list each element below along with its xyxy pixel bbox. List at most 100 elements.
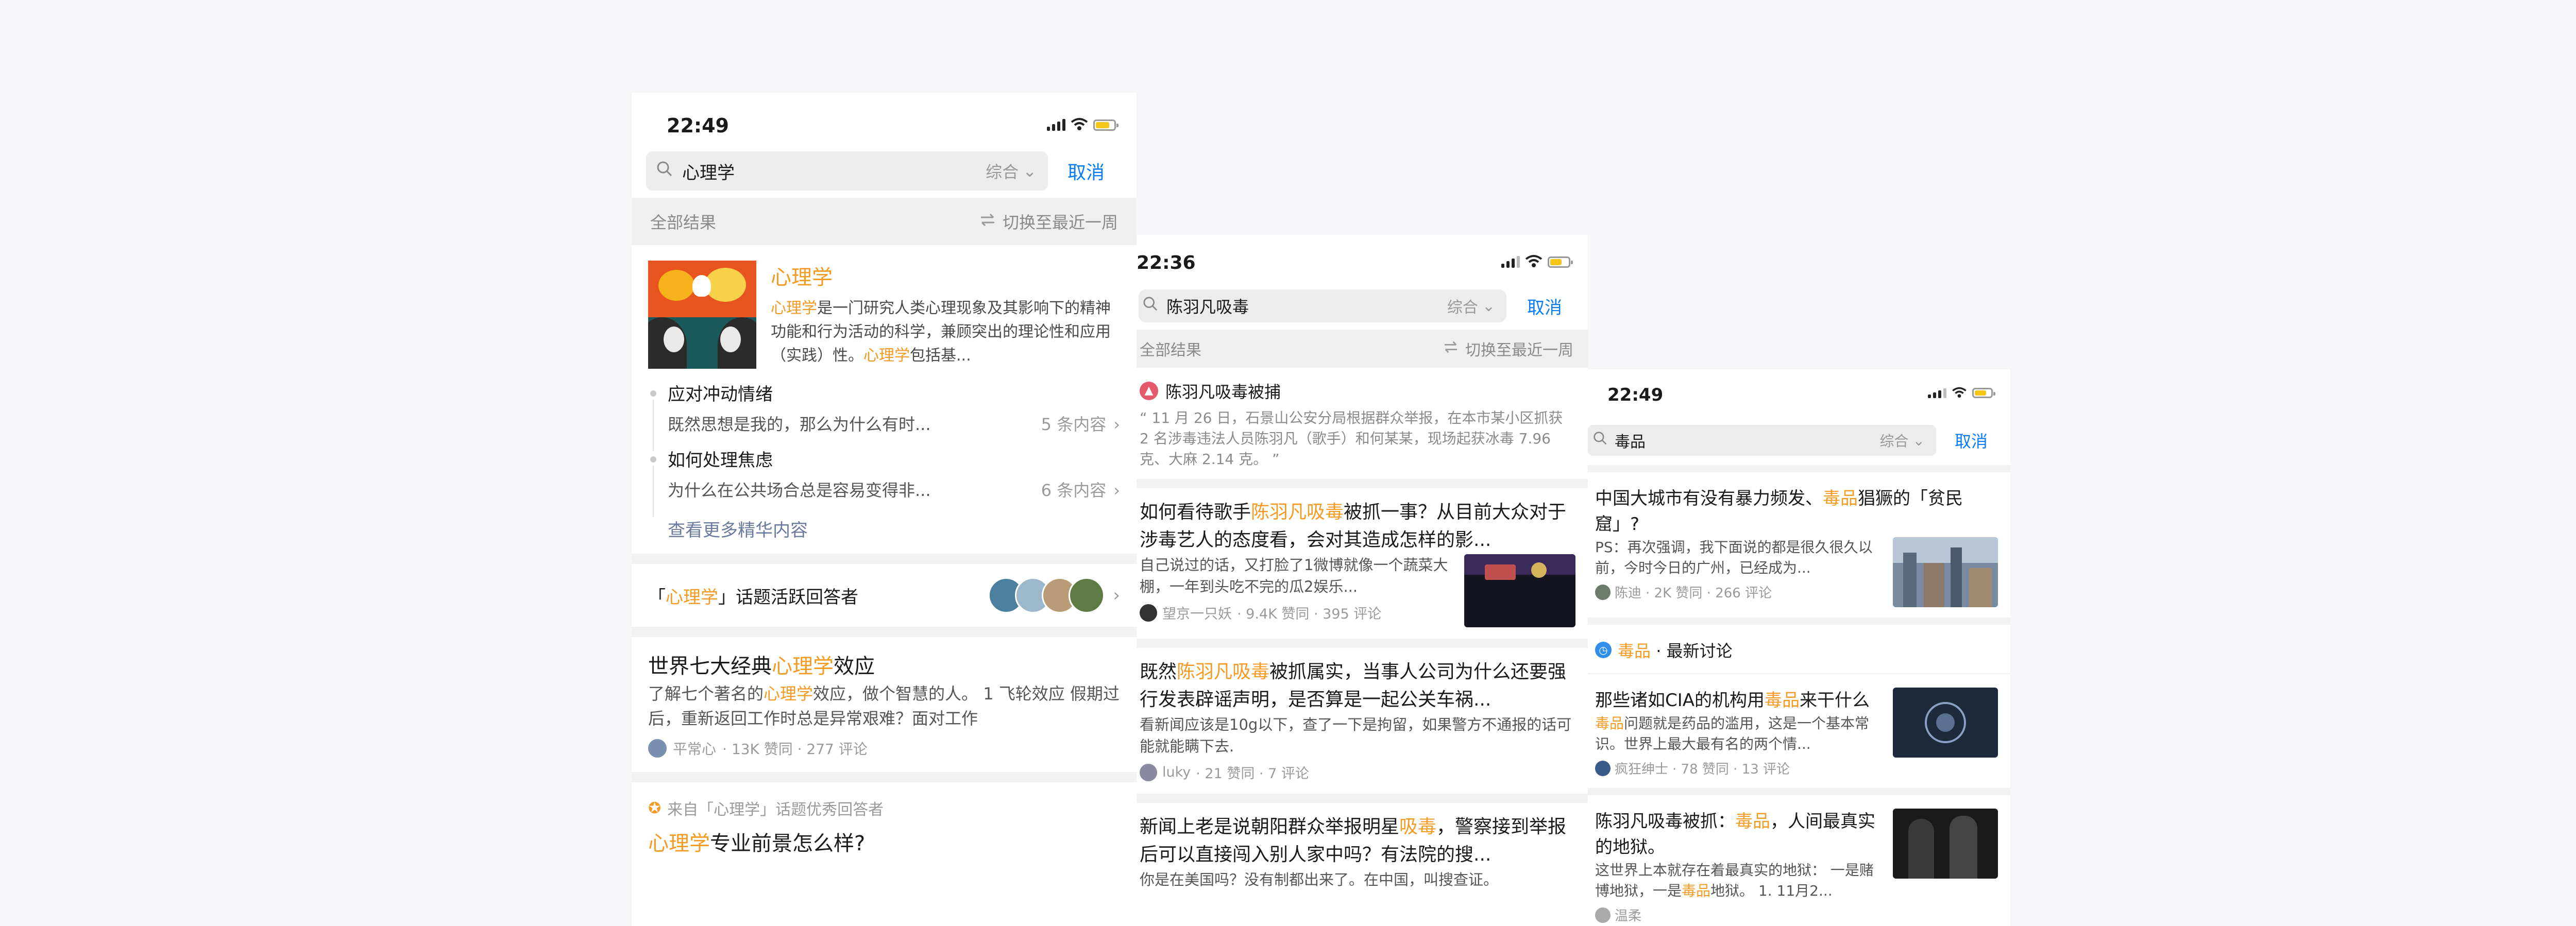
status-time: 22:36: [1137, 252, 1196, 273]
wifi-icon: [1952, 387, 1967, 398]
divider: [1137, 794, 1588, 803]
card-title: 中国大城市有没有暴力频发、毒品猖獗的「贫民窟」?: [1595, 488, 1963, 535]
status-time: 22:49: [1607, 385, 1664, 405]
avatar: [1069, 577, 1105, 613]
card-stats: · 78 赞同 · 13 评论: [1672, 762, 1790, 777]
switch-week-label: 切换至最近一周: [1465, 341, 1573, 359]
search-input[interactable]: 毒品 综合 ⌄: [1588, 425, 1936, 456]
active-answerers-label: 「心理学」话题活跃回答者: [648, 587, 858, 608]
card-excerpt: 了解七个著名的心理学效应，做个智慧的人。 1 飞轮效应 假期过后，重新返回工作时…: [648, 684, 1120, 728]
chevron-down-icon: ⌄: [1023, 161, 1037, 181]
cancel-button[interactable]: 取消: [1067, 158, 1105, 184]
topic-image: [648, 261, 756, 369]
answer-card[interactable]: ✪ 来自「心理学」话题优秀回答者 心理学专业前景怎么样?: [632, 782, 1137, 872]
status-time: 22:49: [667, 114, 729, 137]
switch-week-button[interactable]: 切换至最近一周: [1443, 337, 1573, 360]
news-badge-icon: ▲: [1140, 382, 1158, 400]
card-title: 如何看待歌手陈羽凡吸毒被抓一事？从目前大众对于涉毒艺人的态度看，会对其造成怎样的…: [1140, 502, 1567, 551]
results-label: 全部结果: [1140, 341, 1201, 359]
card-meta: 温柔: [1595, 905, 1886, 924]
city-thumbnail: [1893, 537, 1998, 607]
card-title: 既然陈羽凡吸毒被抓属实，当事人公司为什么还要强行发表辟谣声明，是否算是一起公关车…: [1140, 661, 1567, 710]
news-event-card[interactable]: ▲ 陈羽凡吸毒被捕 “ 11 月 26 日，石景山公安分局根据群众举报，在本市某…: [1137, 368, 1588, 479]
results-header: 全部结果 切换至最近一周: [1137, 330, 1588, 368]
subtopic-snippet: 为什么在公共场合总是容易变得非...: [668, 481, 931, 500]
chevron-down-icon: ⌄: [1912, 432, 1925, 449]
status-icons: [1047, 117, 1118, 131]
search-input[interactable]: 陈羽凡吸毒 综合 ⌄: [1139, 289, 1506, 322]
chevron-right-icon: ›: [1113, 415, 1120, 434]
author-name[interactable]: 望京一只妖: [1162, 603, 1232, 623]
subtopic-count: 5 条内容: [1041, 415, 1107, 434]
card-title: 陈羽凡吸毒被抓：毒品，人间最真实的地狱。: [1595, 811, 1875, 858]
card-meta: 望京一只妖 · 9.4K 赞同 · 395 评论: [1140, 603, 1457, 623]
search-input[interactable]: 心理学 综合 ⌄: [646, 151, 1048, 191]
filter-label: 综合: [1447, 299, 1478, 317]
card-meta: 疯狂绅士 · 78 赞同 · 13 评论: [1595, 759, 1886, 778]
subtopic-item[interactable]: 应对冲动情绪 既然思想是我的，那么为什么有时... 5 条内容 ›: [648, 380, 1120, 451]
author-name[interactable]: 陈迪: [1615, 582, 1641, 602]
author-name[interactable]: 疯狂绅士: [1615, 759, 1668, 778]
card-stats: · 9.4K 赞同 · 395 评论: [1237, 606, 1382, 622]
status-icons: [1501, 254, 1573, 268]
chevron-right-icon: ›: [1113, 481, 1120, 500]
search-filter-dropdown[interactable]: 综合 ⌄: [1880, 430, 1925, 451]
card-meta: luky · 21 赞同 · 7 评论: [1140, 762, 1575, 782]
question-card[interactable]: 陈羽凡吸毒被抓：毒品，人间最真实的地狱。 这世界上本就存在着最真实的地狱： 一是…: [1588, 795, 2010, 926]
card-meta: 陈迪 · 2K 赞同 · 266 评论: [1595, 582, 1886, 602]
search-row: 心理学 综合 ⌄ 取消: [632, 144, 1137, 198]
divider: [632, 772, 1137, 782]
divider: [632, 554, 1137, 564]
news-quote: “ 11 月 26 日，石景山公安分局根据群众举报，在本市某小区抓获 2 名涉毒…: [1140, 409, 1563, 468]
divider: [1588, 788, 2010, 795]
answer-card[interactable]: 世界七大经典心理学效应 了解七个著名的心理学效应，做个智慧的人。 1 飞轮效应 …: [632, 637, 1137, 772]
star-badge-icon: ✪: [648, 799, 662, 817]
subtopic-item[interactable]: 如何处理焦虑 为什么在公共场合总是容易变得非... 6 条内容 ›: [648, 446, 1120, 517]
more-featured-link[interactable]: 查看更多精华内容: [648, 516, 1120, 541]
card-excerpt: 这世界上本就存在着最真实的地狱： 一是赌博地狱，一是毒品地狱。 1. 11月2.…: [1595, 862, 1874, 899]
card-excerpt: 自己说过的话，又打脸了1微博就像一个蔬菜大棚，一年到头吃不完的瓜2娱乐...: [1140, 556, 1448, 595]
divider: [1137, 479, 1588, 488]
search-query: 陈羽凡吸毒: [1166, 297, 1249, 317]
author-name[interactable]: 平常心: [673, 738, 716, 759]
subtopic-snippet: 既然思想是我的，那么为什么有时...: [668, 415, 931, 434]
question-card[interactable]: 中国大城市有没有暴力频发、毒品猖獗的「贫民窟」? PS：再次强调，我下面说的都是…: [1588, 472, 2010, 618]
card-title: 那些诸如CIA的机构用毒品来干什么: [1595, 690, 1870, 711]
chevron-right-icon: ›: [1113, 585, 1120, 606]
avatar: [1595, 760, 1611, 776]
search-row: 毒品 综合 ⌄ 取消: [1588, 416, 2010, 465]
swap-arrows-icon: [1443, 340, 1459, 358]
wifi-icon: [1071, 117, 1088, 131]
topic-card[interactable]: 心理学 心理学是一门研究人类心理现象及其影响下的精神功能和行为活动的科学，兼顾突…: [632, 245, 1137, 554]
topic-title[interactable]: 心理学: [771, 261, 1111, 290]
subtopic-title: 如何处理焦虑: [668, 450, 773, 471]
author-name[interactable]: 温柔: [1615, 905, 1641, 924]
card-thumbnail: [1893, 809, 1998, 879]
search-filter-dropdown[interactable]: 综合 ⌄: [1447, 295, 1495, 317]
author-name[interactable]: luky: [1162, 764, 1191, 780]
switch-week-button[interactable]: 切换至最近一周: [979, 210, 1118, 233]
wifi-icon: [1525, 254, 1543, 268]
phone-screen-drugs-search: 22:49 毒品 综合 ⌄ 取消 中国大城市有没有暴力频发、毒品猖獗的「贫民窟」?…: [1588, 369, 2010, 926]
question-card[interactable]: 如何看待歌手陈羽凡吸毒被抓一事？从目前大众对于涉毒艺人的态度看，会对其造成怎样的…: [1137, 488, 1588, 639]
search-row: 陈羽凡吸毒 综合 ⌄ 取消: [1137, 282, 1588, 330]
search-filter-dropdown[interactable]: 综合 ⌄: [986, 159, 1037, 183]
cancel-button[interactable]: 取消: [1527, 294, 1562, 319]
divider: [1588, 465, 2010, 472]
search-query: 毒品: [1615, 433, 1646, 451]
question-card[interactable]: 那些诸如CIA的机构用毒品来干什么 毒品问题就是药品的滥用，这是一个基本常识。世…: [1588, 674, 2010, 788]
subtopic-count: 6 条内容: [1041, 481, 1107, 500]
topic-description: 心理学是一门研究人类心理现象及其影响下的精神功能和行为活动的科学，兼顾突出的理论…: [771, 299, 1111, 365]
battery-icon: [1093, 119, 1118, 131]
question-card[interactable]: 新闻上老是说朝阳群众举报明星吸毒，警察接到举报后可以直接闯入别人家中吗？有法院的…: [1137, 803, 1588, 902]
search-query: 心理学: [682, 162, 735, 183]
cellular-signal-icon: [1047, 119, 1065, 131]
cancel-button[interactable]: 取消: [1955, 428, 1988, 452]
divider: [1137, 639, 1588, 648]
results-label: 全部结果: [650, 213, 717, 232]
search-icon: [1593, 431, 1607, 450]
phone-screen-news-search: 22:36 陈羽凡吸毒 综合 ⌄ 取消 全部结果 切换至最近一周 ▲ 陈羽凡吸毒被…: [1137, 235, 1588, 926]
clock-icon: ◷: [1595, 642, 1612, 658]
active-answerers-row[interactable]: 「心理学」话题活跃回答者 ›: [632, 564, 1137, 627]
question-card[interactable]: 既然陈羽凡吸毒被抓属实，当事人公司为什么还要强行发表辟谣声明，是否算是一起公关车…: [1137, 648, 1588, 794]
